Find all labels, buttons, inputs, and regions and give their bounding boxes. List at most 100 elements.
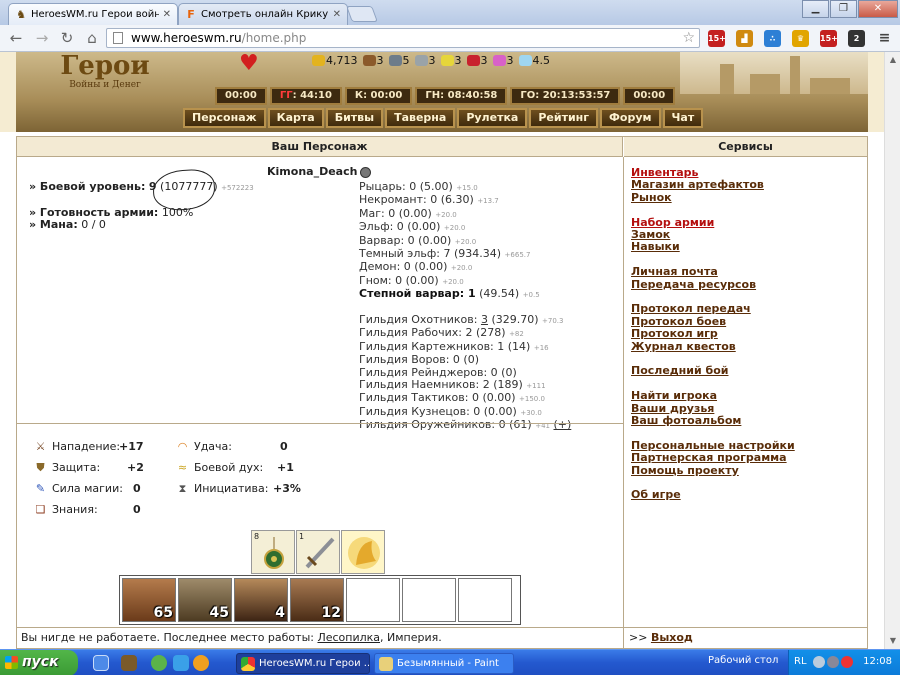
timer-go[interactable]: ГО: 20:13:53:57 bbox=[510, 87, 621, 105]
menu-character[interactable]: Персонаж bbox=[183, 108, 266, 128]
page-scrollbar[interactable]: ▲ ▼ bbox=[884, 52, 900, 649]
tab-krikuny[interactable]: F Смотреть онлайн Крикуны ✕ bbox=[178, 3, 348, 25]
market-link[interactable]: Рынок bbox=[631, 191, 795, 204]
restore-icon[interactable]: ❐ bbox=[830, 0, 857, 18]
timer-k[interactable]: К: 00:00 bbox=[344, 87, 413, 105]
tray-alert-icon[interactable] bbox=[841, 656, 853, 668]
army-slot-empty[interactable] bbox=[458, 578, 512, 622]
help-project-link[interactable]: Помощь проекту bbox=[631, 464, 795, 477]
faction-row: Варвар: 0 (0.00) +20.0 bbox=[359, 233, 477, 247]
scroll-down-icon[interactable]: ▼ bbox=[885, 633, 900, 649]
desktop-toolbar-label[interactable]: Рабочий стол bbox=[708, 655, 778, 666]
faction-emblem-icon bbox=[360, 166, 372, 178]
army-slot[interactable]: 4 bbox=[234, 578, 288, 622]
bookmark-star-icon[interactable]: ☆ bbox=[682, 29, 695, 47]
army-slot[interactable]: 45 bbox=[178, 578, 232, 622]
army-ready-value: 100% bbox=[161, 206, 194, 219]
quicklaunch-ie-icon[interactable] bbox=[173, 655, 189, 671]
task-paint[interactable]: Безымянный - Paint bbox=[374, 653, 514, 674]
window-controls: ▁ ❐ ✕ bbox=[801, 0, 898, 18]
game-logo[interactable]: Герои Войны и Денег bbox=[50, 52, 160, 94]
close-tab-icon[interactable]: ✕ bbox=[329, 9, 341, 20]
menu-battles[interactable]: Битвы bbox=[325, 108, 384, 128]
extension-18plus-icon[interactable]: 15+ bbox=[708, 30, 726, 47]
extension-badge-icon[interactable]: 2 bbox=[848, 30, 865, 47]
gunsmith-guild-plus-link[interactable]: (+) bbox=[553, 418, 571, 431]
close-window-icon[interactable]: ✕ bbox=[858, 0, 898, 18]
rainbow-icon: ◠ bbox=[177, 440, 188, 453]
ore-icon bbox=[388, 54, 402, 66]
artifact-slot[interactable]: 8 bbox=[251, 530, 295, 574]
about-game-link[interactable]: Об игре bbox=[631, 489, 795, 502]
home-icon[interactable]: ⌂ bbox=[82, 29, 102, 47]
army-slot[interactable]: 65 bbox=[122, 578, 176, 622]
book-icon: ❑ bbox=[35, 503, 46, 516]
start-button[interactable]: пуск bbox=[0, 650, 78, 675]
artifact-slot[interactable]: 1 bbox=[296, 530, 340, 574]
find-player-link[interactable]: Найти игрока bbox=[631, 389, 795, 402]
castle-artwork bbox=[680, 52, 868, 94]
skills-link[interactable]: Навыки bbox=[631, 241, 795, 254]
extension-chart-icon[interactable]: ▟ bbox=[736, 30, 753, 47]
combat-level-label: » Боевой уровень: bbox=[29, 180, 146, 193]
address-bar[interactable]: www.heroeswm.ru/home.php ☆ bbox=[106, 28, 700, 48]
army-slot-empty[interactable] bbox=[402, 578, 456, 622]
player-name[interactable]: Kimona_Deach bbox=[267, 165, 372, 178]
url-host: www.heroeswm.ru bbox=[131, 31, 242, 45]
wings-icon: ≈ bbox=[177, 461, 188, 474]
wood-icon bbox=[362, 54, 376, 66]
personal-mail-link[interactable]: Личная почта bbox=[631, 265, 795, 278]
transfer-resources-link[interactable]: Передача ресурсов bbox=[631, 278, 795, 291]
quicklaunch-desktop-icon[interactable] bbox=[93, 655, 109, 671]
exit-link[interactable]: Выход bbox=[651, 631, 693, 644]
minimize-icon[interactable]: ▁ bbox=[802, 0, 829, 18]
menu-chat[interactable]: Чат bbox=[662, 108, 704, 128]
tray-arrow-icon[interactable] bbox=[813, 656, 825, 668]
army-slot[interactable]: 12 bbox=[290, 578, 344, 622]
tab-heroeswm[interactable]: ♞ HeroesWM.ru Герои войны ✕ bbox=[8, 3, 178, 25]
defense-stat: ⛊ Защита: +2 bbox=[33, 460, 173, 475]
work-status: Вы нигде не работаете. Последнее место р… bbox=[21, 631, 442, 644]
quicklaunch-heroes-icon[interactable] bbox=[121, 655, 137, 671]
scroll-up-icon[interactable]: ▲ bbox=[885, 52, 900, 68]
shield-icon: ⛊ bbox=[36, 461, 45, 474]
quicklaunch-utorrent-icon[interactable] bbox=[151, 655, 167, 671]
quest-journal-link[interactable]: Журнал квестов bbox=[631, 340, 795, 353]
transfer-log-link[interactable]: Протокол передач bbox=[631, 303, 795, 316]
menu-map[interactable]: Карта bbox=[267, 108, 324, 128]
reload-icon[interactable]: ↻ bbox=[57, 29, 77, 47]
menu-tavern[interactable]: Таверна bbox=[385, 108, 456, 128]
photo-album-link[interactable]: Ваш фотоальбом bbox=[631, 414, 795, 427]
luck-stat: ◠ Удача: 0 bbox=[175, 439, 335, 454]
artifact-slot[interactable] bbox=[341, 530, 385, 574]
quicklaunch-firefox-icon[interactable] bbox=[193, 655, 209, 671]
menu-roulette[interactable]: Рулетка bbox=[457, 108, 528, 128]
timer-gn[interactable]: ГН: 08:40:58 bbox=[415, 87, 508, 105]
defense-label: Защита: bbox=[52, 461, 101, 474]
menu-rating[interactable]: Рейтинг bbox=[529, 108, 599, 128]
task-chrome[interactable]: HeroesWM.ru Герои ... bbox=[236, 653, 370, 674]
extension-dots-icon[interactable]: ∴ bbox=[764, 30, 781, 47]
hourglass-icon: ⧗ bbox=[178, 482, 187, 495]
menu-icon[interactable]: ≡ bbox=[876, 30, 893, 47]
new-tab-button[interactable] bbox=[346, 6, 378, 22]
close-tab-icon[interactable]: ✕ bbox=[159, 9, 171, 20]
gold-icon bbox=[312, 54, 325, 66]
hunters-guild-link[interactable]: 3 bbox=[481, 313, 488, 326]
extension-18plus-icon[interactable]: 15+ bbox=[820, 30, 838, 47]
forward-arrow-icon[interactable]: → bbox=[32, 29, 52, 47]
menu-forum[interactable]: Форум bbox=[600, 108, 661, 128]
partner-program-link[interactable]: Партнерская программа bbox=[631, 451, 795, 464]
workplace-link[interactable]: Лесопилка bbox=[317, 631, 380, 644]
game-log-link[interactable]: Протокол игр bbox=[631, 327, 795, 340]
artifact-shop-link[interactable]: Магазин артефактов bbox=[631, 178, 795, 191]
back-arrow-icon[interactable]: ← bbox=[6, 29, 26, 47]
bottom-divider bbox=[17, 627, 623, 628]
language-indicator[interactable]: RL bbox=[794, 656, 807, 667]
army-slot-empty[interactable] bbox=[346, 578, 400, 622]
guild-row: Гильдия Оружейников: 0 (61) +41 (+) bbox=[359, 418, 572, 432]
last-battle-link[interactable]: Последний бой bbox=[631, 365, 795, 378]
timer-gg[interactable]: ГГ: 44:10 bbox=[269, 87, 342, 105]
tray-network-icon[interactable] bbox=[827, 656, 839, 668]
extension-trophy-icon[interactable]: ♛ bbox=[792, 30, 809, 47]
